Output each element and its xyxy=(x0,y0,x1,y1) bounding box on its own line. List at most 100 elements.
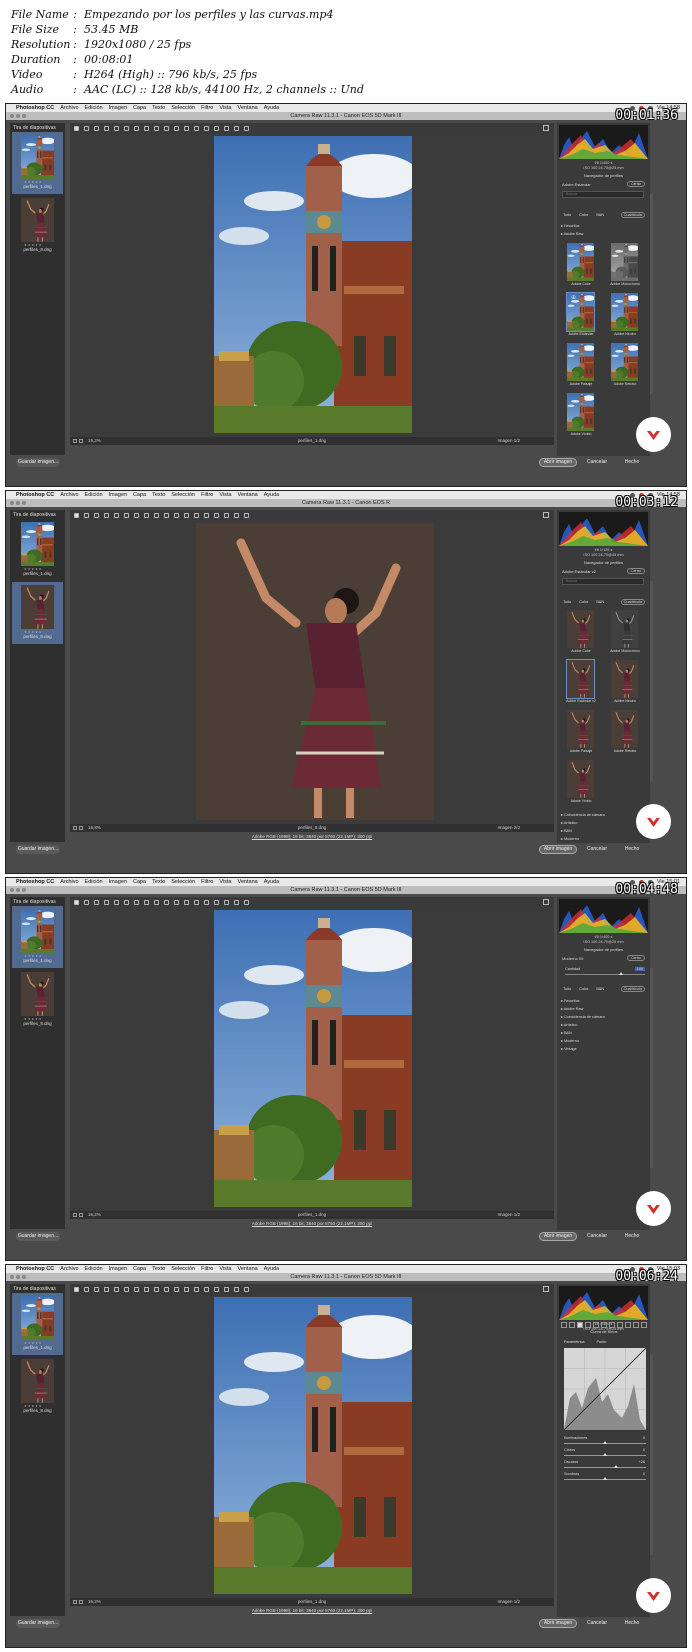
slider-track[interactable] xyxy=(564,1467,646,1468)
done-button[interactable]: Hecho xyxy=(618,845,646,854)
image-canvas[interactable] xyxy=(70,907,554,1211)
tool-icon[interactable] xyxy=(154,899,159,905)
workflow-options-link[interactable]: Adobe RGB (1998); 16 bit; 3840 por 5760 … xyxy=(70,834,554,842)
menu-item[interactable]: Selección xyxy=(171,879,195,885)
tool-icon[interactable] xyxy=(194,899,199,905)
panel-tab-icon[interactable] xyxy=(617,1322,623,1328)
tool-icon[interactable] xyxy=(184,125,189,131)
menu-item[interactable]: Edición xyxy=(85,879,103,885)
fullscreen-icon[interactable] xyxy=(543,1286,549,1292)
profile-group[interactable]: ▸ Coincidencia de cámara xyxy=(561,811,647,819)
app-menu[interactable]: Photoshop CC xyxy=(16,105,54,111)
tool-icon[interactable] xyxy=(154,1286,159,1292)
tool-icon[interactable] xyxy=(84,899,89,905)
menu-item[interactable]: Filtro xyxy=(201,879,213,885)
tool-icon[interactable] xyxy=(94,1286,99,1292)
preview-photo[interactable] xyxy=(214,910,412,1207)
app-menu[interactable]: Photoshop CC xyxy=(16,492,54,498)
scrollbar[interactable] xyxy=(650,581,653,781)
done-button[interactable]: Hecho xyxy=(618,1232,646,1241)
amount-value[interactable]: 100 xyxy=(634,967,645,971)
menu-item[interactable]: Texto xyxy=(152,105,165,111)
filter-tab[interactable]: Todo xyxy=(563,987,571,991)
slider-track[interactable] xyxy=(565,974,645,975)
curve-tab[interactable]: Paramétrica xyxy=(564,1340,584,1344)
view-dropdown[interactable]: Cuadrícula xyxy=(620,986,645,992)
filmstrip-thumb[interactable]: ★★★★★ perfiles_8.dng xyxy=(12,1356,63,1418)
save-image-button[interactable]: Guardar imagen... xyxy=(16,1619,60,1628)
panel-tab-icon[interactable] xyxy=(593,1322,599,1328)
menu-item[interactable]: Vista xyxy=(219,492,231,498)
menu-item[interactable]: Archivo xyxy=(60,879,78,885)
profile-group[interactable]: ▸ Artístico xyxy=(561,1021,647,1029)
profile-thumb[interactable]: Adobe Vívido xyxy=(561,392,601,438)
save-image-button[interactable]: Guardar imagen... xyxy=(16,1232,60,1241)
menu-item[interactable]: Imagen xyxy=(109,492,127,498)
fullscreen-icon[interactable] xyxy=(543,125,549,131)
tool-icon[interactable] xyxy=(174,1286,179,1292)
profile-group[interactable]: ▸ Adobe Raw xyxy=(561,230,647,238)
tool-icon[interactable] xyxy=(244,1286,249,1292)
tone-slider[interactable]: Sombras 0 xyxy=(564,1472,646,1483)
menu-item[interactable]: Archivo xyxy=(60,105,78,111)
image-canvas[interactable] xyxy=(70,520,554,824)
done-button[interactable]: Hecho xyxy=(618,1619,646,1628)
image-counter[interactable]: Imagen 1/2 xyxy=(497,1212,520,1217)
panel-tab-icon[interactable] xyxy=(569,1322,575,1328)
fullscreen-icon[interactable] xyxy=(543,512,549,518)
tool-icon[interactable] xyxy=(134,125,139,131)
tool-icon[interactable] xyxy=(114,125,119,131)
slider-knob[interactable] xyxy=(603,1453,607,1456)
tool-icon[interactable] xyxy=(124,1286,129,1292)
tool-icon[interactable] xyxy=(214,512,219,518)
tool-icon[interactable] xyxy=(74,512,79,518)
menu-item[interactable]: Vista xyxy=(219,1266,231,1272)
tool-icon[interactable] xyxy=(104,125,109,131)
profile-thumb[interactable]: Adobe Retrato xyxy=(605,342,645,388)
profile-thumb[interactable]: Adobe Estándar xyxy=(561,292,601,338)
filmstrip-thumb[interactable]: ★★★★★ perfiles_1.dng xyxy=(12,1293,63,1355)
menu-item[interactable]: Imagen xyxy=(109,105,127,111)
window-controls[interactable] xyxy=(10,888,26,892)
filter-tab[interactable]: B&N xyxy=(596,213,604,217)
done-button[interactable]: Hecho xyxy=(618,458,646,467)
tool-icon[interactable] xyxy=(234,512,239,518)
tool-icon[interactable] xyxy=(194,1286,199,1292)
tool-icon[interactable] xyxy=(74,1286,79,1292)
filmstrip-thumb[interactable]: ★★★★★ perfiles_8.dng xyxy=(12,582,63,644)
tool-icon[interactable] xyxy=(104,899,109,905)
menu-item[interactable]: Imagen xyxy=(109,879,127,885)
tool-icon[interactable] xyxy=(184,1286,189,1292)
tool-icon[interactable] xyxy=(144,1286,149,1292)
tool-icon[interactable] xyxy=(214,125,219,131)
menu-item[interactable]: Imagen xyxy=(109,1266,127,1272)
slider-knob[interactable] xyxy=(613,1465,618,1468)
tool-icon[interactable] xyxy=(224,899,229,905)
profile-thumb[interactable]: Adobe Monocromo xyxy=(605,242,645,288)
tool-icon[interactable] xyxy=(234,1286,239,1292)
panel-tab-icon[interactable] xyxy=(585,1322,591,1328)
save-image-button[interactable]: Guardar imagen... xyxy=(16,458,60,467)
tool-icon[interactable] xyxy=(74,899,79,905)
preview-photo[interactable] xyxy=(214,1297,412,1594)
filter-tab[interactable]: Color xyxy=(579,213,588,217)
tool-icon[interactable] xyxy=(194,512,199,518)
scrollbar[interactable] xyxy=(650,968,653,1168)
menu-item[interactable]: Texto xyxy=(152,879,165,885)
menu-item[interactable]: Ventana xyxy=(238,105,258,111)
workflow-options-link[interactable]: Adobe RGB (1998); 16 bit; 3840 por 5760 … xyxy=(70,1221,554,1229)
profile-group[interactable]: ▸ Vintage xyxy=(561,1045,647,1053)
image-counter[interactable]: Imagen 1/2 xyxy=(497,438,520,443)
panel-tab-icon[interactable] xyxy=(633,1322,639,1328)
menu-item[interactable]: Vista xyxy=(219,105,231,111)
tool-icon[interactable] xyxy=(164,125,169,131)
image-counter[interactable]: Imagen 2/2 xyxy=(497,825,520,830)
profile-group[interactable]: ▸ B&N xyxy=(561,1029,647,1037)
window-controls[interactable] xyxy=(10,114,26,118)
tool-icon[interactable] xyxy=(114,512,119,518)
slider-knob[interactable] xyxy=(619,972,623,975)
tool-icon[interactable] xyxy=(84,1286,89,1292)
tool-icon[interactable] xyxy=(204,512,209,518)
open-image-button[interactable]: Abrir imagen xyxy=(539,458,577,467)
tool-icon[interactable] xyxy=(194,125,199,131)
